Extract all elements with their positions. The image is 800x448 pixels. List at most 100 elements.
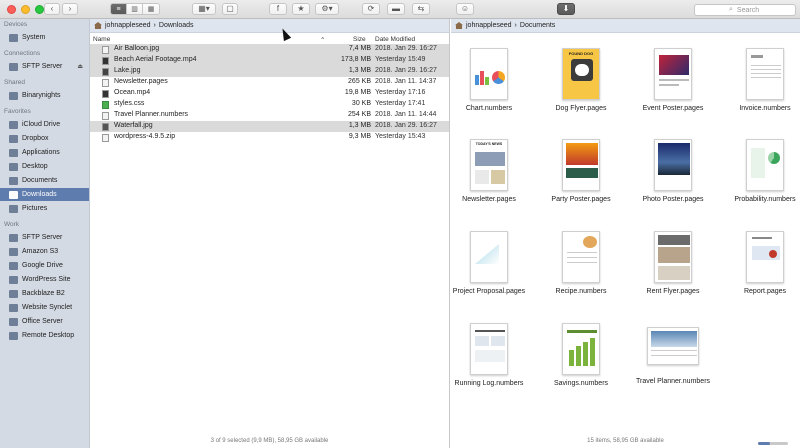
document-item[interactable]: Project Proposal.pages xyxy=(446,231,532,296)
sidebar-item-sftp-server[interactable]: SFTP Server ⏏ xyxy=(0,60,89,73)
document-item[interactable]: Rent Flyer.pages xyxy=(630,231,716,296)
column-header-name[interactable]: Name xyxy=(93,36,110,43)
breadcrumb-item-downloads[interactable]: Downloads xyxy=(159,22,194,29)
file-row[interactable]: Beach Aerial Footage.mp4 173,8 MB Yester… xyxy=(90,55,449,66)
download-button[interactable]: ⬇ xyxy=(557,3,575,15)
document-item[interactable]: Travel Planner.numbers xyxy=(630,327,716,386)
file-row[interactable]: wordpress-4.9.5.zip 9,3 MB Yesterday 15:… xyxy=(90,132,449,143)
sidebar-item-system[interactable]: System xyxy=(0,31,89,44)
minimize-window-button[interactable] xyxy=(21,5,30,14)
document-label: Project Proposal.pages xyxy=(452,288,526,295)
document-label: Event Poster.pages xyxy=(642,105,704,112)
document-item[interactable]: FOUND DOG Dog Flyer.pages xyxy=(538,48,624,113)
sidebar-item-remote-desktop[interactable]: Remote Desktop xyxy=(0,329,89,342)
document-label: Travel Planner.numbers xyxy=(635,378,711,385)
search-icon: ⌕ xyxy=(729,6,733,13)
sidebar-item-label: Applications xyxy=(22,149,60,156)
server-icon xyxy=(9,317,18,326)
action-gear-button[interactable]: ⚙▾ xyxy=(315,3,339,15)
link-panes-button[interactable]: ⇆ xyxy=(412,3,430,15)
server-icon xyxy=(9,233,18,242)
list-view-button[interactable]: ≡ xyxy=(111,4,127,14)
document-item[interactable]: Party Poster.pages xyxy=(538,139,624,204)
sidebar-item-downloads[interactable]: Downloads xyxy=(0,188,89,201)
sidebar-item-applications[interactable]: Applications xyxy=(0,146,89,159)
breadcrumb-item-home[interactable]: johnappleseed xyxy=(466,22,512,29)
breadcrumb-item-documents[interactable]: Documents xyxy=(520,22,555,29)
file-size: 9,3 MB xyxy=(348,133,371,140)
search-input[interactable]: ⌕ Search xyxy=(694,4,796,16)
document-item[interactable]: Recipe.numbers xyxy=(538,231,624,296)
column-header-size[interactable]: Size xyxy=(353,36,366,43)
file-date: Yesterday 17:41 xyxy=(375,100,426,107)
zoom-window-button[interactable] xyxy=(35,5,44,14)
icon-size-slider[interactable] xyxy=(758,442,788,445)
file-date: 2018. Jan 29. 16:27 xyxy=(375,45,437,52)
file-row[interactable]: Travel Planner.numbers 254 KB 2018. Jan … xyxy=(90,110,449,121)
file-row[interactable]: Newsletter.pages 265 KB 2018. Jan 11. 14… xyxy=(90,77,449,88)
file-row[interactable]: Waterfall.jpg 1,3 MB 2018. Jan 29. 16:27 xyxy=(90,121,449,132)
file-row[interactable]: Air Balloon.jpg 7,4 MB 2018. Jan 29. 16:… xyxy=(90,44,449,55)
icon-view-button[interactable]: ▦ xyxy=(143,4,159,14)
sidebar-item-office-server[interactable]: Office Server xyxy=(0,315,89,328)
document-item[interactable]: Invoice.numbers xyxy=(722,48,800,113)
sidebar-item-google-drive[interactable]: Google Drive xyxy=(0,259,89,272)
arrange-menu-button[interactable]: ▦▾ xyxy=(192,3,216,15)
sidebar-item-documents[interactable]: Documents xyxy=(0,174,89,187)
document-item[interactable]: TODAY'S NEWS Newsletter.pages xyxy=(446,139,532,204)
file-row[interactable]: styles.css 30 KB Yesterday 17:41 xyxy=(90,99,449,110)
document-item[interactable]: Probability.numbers xyxy=(722,139,800,204)
document-label: Dog Flyer.pages xyxy=(555,105,607,112)
eject-icon[interactable]: ⏏ xyxy=(77,63,83,70)
sidebar-item-desktop[interactable]: Desktop xyxy=(0,160,89,173)
right-status-bar: 15 items, 58,95 GB available xyxy=(587,438,664,444)
document-item[interactable]: Report.pages xyxy=(722,231,800,296)
forward-button[interactable]: › xyxy=(62,3,78,15)
dropbox-icon xyxy=(9,134,18,143)
sidebar-item-backblaze-b2[interactable]: Backblaze B2 xyxy=(0,287,89,300)
sidebar-section-devices: Devices xyxy=(4,21,28,28)
breadcrumb-item-home[interactable]: johnappleseed xyxy=(105,22,151,29)
sync-button[interactable]: ⟳ xyxy=(362,3,380,15)
left-status-bar: 3 of 9 selected (9,9 MB), 58,95 GB avail… xyxy=(210,438,329,444)
file-row[interactable]: Lake.jpg 1,3 MB 2018. Jan 29. 16:27 xyxy=(90,66,449,77)
document-label: Recipe.numbers xyxy=(555,288,607,295)
favorite-star-button[interactable]: ★ xyxy=(292,3,310,15)
sidebar-item-wordpress-site[interactable]: WordPress Site xyxy=(0,273,89,286)
terminal-button[interactable]: ▬ xyxy=(387,3,405,15)
document-item[interactable]: Running Log.numbers xyxy=(446,323,532,388)
close-window-button[interactable] xyxy=(7,5,16,14)
column-header-date[interactable]: Date Modified xyxy=(375,36,415,43)
computer-icon xyxy=(9,91,18,100)
video-file-icon xyxy=(102,57,109,65)
document-item[interactable]: Savings.numbers xyxy=(538,323,624,388)
breadcrumb: johnappleseed › Documents xyxy=(451,19,800,33)
documents-icon xyxy=(9,176,18,185)
sidebar-item-website-synclet[interactable]: Website Synclet xyxy=(0,301,89,314)
desktop-icon xyxy=(9,162,18,171)
smile-icon-button[interactable]: ☺ xyxy=(456,3,474,15)
file-row[interactable]: Ocean.mp4 19,8 MB Yesterday 17:16 xyxy=(90,88,449,99)
document-label: Savings.numbers xyxy=(553,380,609,387)
document-label: Probability.numbers xyxy=(734,196,796,203)
back-button[interactable]: ‹ xyxy=(44,3,60,15)
column-view-button[interactable]: ▥ xyxy=(127,4,143,14)
ftp-connect-button[interactable]: f xyxy=(269,3,287,15)
sidebar-item-icloud-drive[interactable]: iCloud Drive xyxy=(0,118,89,131)
sidebar-item-dropbox[interactable]: Dropbox xyxy=(0,132,89,145)
document-item[interactable]: Chart.numbers xyxy=(446,48,532,113)
sidebar-item-binarynights[interactable]: Binarynights xyxy=(0,89,89,102)
sidebar-item-work-sftp-server[interactable]: SFTP Server xyxy=(0,231,89,244)
new-document-button[interactable]: ▢ xyxy=(222,3,238,15)
sidebar-item-amazon-s3[interactable]: Amazon S3 xyxy=(0,245,89,258)
numbers-doc-icon xyxy=(470,323,508,375)
right-file-pane: johnappleseed › Documents Chart.numbers … xyxy=(451,19,800,448)
file-date: 2018. Jan 11. 14:37 xyxy=(375,78,437,85)
zip-file-icon xyxy=(102,134,109,142)
document-item[interactable]: Photo Poster.pages xyxy=(630,139,716,204)
server-icon xyxy=(9,275,18,284)
document-item[interactable]: Event Poster.pages xyxy=(630,48,716,113)
file-date: Yesterday 15:49 xyxy=(375,56,426,63)
file-name: Beach Aerial Footage.mp4 xyxy=(114,56,197,63)
sidebar-item-pictures[interactable]: Pictures xyxy=(0,202,89,215)
